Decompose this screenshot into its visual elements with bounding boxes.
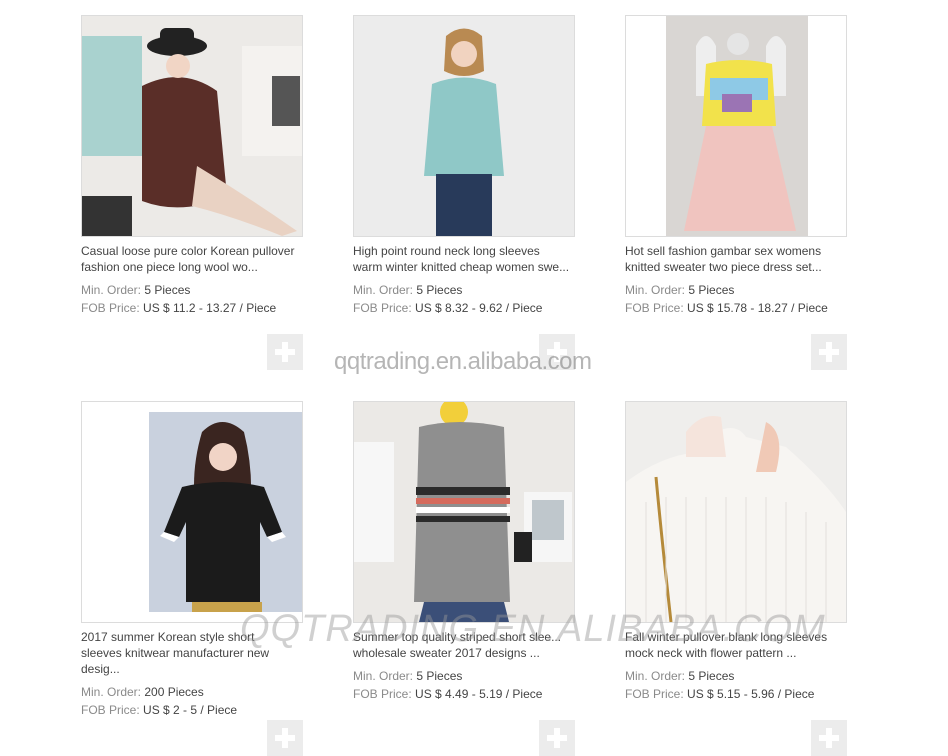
- product-meta: Min. Order: 5 Pieces FOB Price: US $ 11.…: [81, 281, 303, 317]
- product-image[interactable]: [81, 15, 303, 237]
- product-meta: Min. Order: 5 Pieces FOB Price: US $ 4.4…: [353, 667, 575, 703]
- plus-icon: [547, 728, 567, 748]
- add-button[interactable]: [539, 334, 575, 370]
- product-image[interactable]: [353, 401, 575, 623]
- product-meta: Min. Order: 5 Pieces FOB Price: US $ 5.1…: [625, 667, 847, 703]
- product-title[interactable]: Summer top quality striped short slee...…: [353, 629, 575, 661]
- min-order: Min. Order: 5 Pieces: [353, 669, 463, 683]
- min-order: Min. Order: 5 Pieces: [353, 283, 463, 297]
- plus-icon: [275, 342, 295, 362]
- fob-price: FOB Price: US $ 8.32 - 9.62 / Piece: [353, 301, 543, 315]
- min-order: Min. Order: 200 Pieces: [81, 685, 204, 699]
- plus-icon: [819, 728, 839, 748]
- product-title[interactable]: Fall winter pullover blank long sleeves …: [625, 629, 847, 661]
- product-title[interactable]: Casual loose pure color Korean pullover …: [81, 243, 303, 275]
- product-card[interactable]: Hot sell fashion gambar sex womens knitt…: [625, 15, 847, 317]
- fob-price: FOB Price: US $ 5.15 - 5.96 / Piece: [625, 687, 815, 701]
- product-title[interactable]: 2017 summer Korean style short sleeves k…: [81, 629, 303, 677]
- product-card[interactable]: Fall winter pullover blank long sleeves …: [625, 401, 847, 703]
- add-button[interactable]: [539, 720, 575, 756]
- product-title[interactable]: Hot sell fashion gambar sex womens knitt…: [625, 243, 847, 275]
- plus-icon: [819, 342, 839, 362]
- product-card[interactable]: Casual loose pure color Korean pullover …: [81, 15, 303, 317]
- product-image[interactable]: [625, 15, 847, 237]
- product-meta: Min. Order: 200 Pieces FOB Price: US $ 2…: [81, 683, 303, 719]
- min-order: Min. Order: 5 Pieces: [625, 669, 735, 683]
- product-card[interactable]: Summer top quality striped short slee...…: [353, 401, 575, 703]
- fob-price: FOB Price: US $ 15.78 - 18.27 / Piece: [625, 301, 828, 315]
- fob-price: FOB Price: US $ 11.2 - 13.27 / Piece: [81, 301, 277, 315]
- min-order: Min. Order: 5 Pieces: [625, 283, 735, 297]
- product-card[interactable]: High point round neck long sleeves warm …: [353, 15, 575, 317]
- product-image[interactable]: [625, 401, 847, 623]
- min-order: Min. Order: 5 Pieces: [81, 283, 191, 297]
- product-meta: Min. Order: 5 Pieces FOB Price: US $ 15.…: [625, 281, 847, 317]
- add-button[interactable]: [267, 334, 303, 370]
- product-title[interactable]: High point round neck long sleeves warm …: [353, 243, 575, 275]
- add-button[interactable]: [267, 720, 303, 756]
- product-meta: Min. Order: 5 Pieces FOB Price: US $ 8.3…: [353, 281, 575, 317]
- product-card[interactable]: 2017 summer Korean style short sleeves k…: [81, 401, 303, 719]
- product-image[interactable]: [353, 15, 575, 237]
- plus-icon: [547, 342, 567, 362]
- add-button[interactable]: [811, 334, 847, 370]
- fob-price: FOB Price: US $ 4.49 - 5.19 / Piece: [353, 687, 543, 701]
- product-image[interactable]: [81, 401, 303, 623]
- fob-price: FOB Price: US $ 2 - 5 / Piece: [81, 703, 238, 717]
- add-button[interactable]: [811, 720, 847, 756]
- plus-icon: [275, 728, 295, 748]
